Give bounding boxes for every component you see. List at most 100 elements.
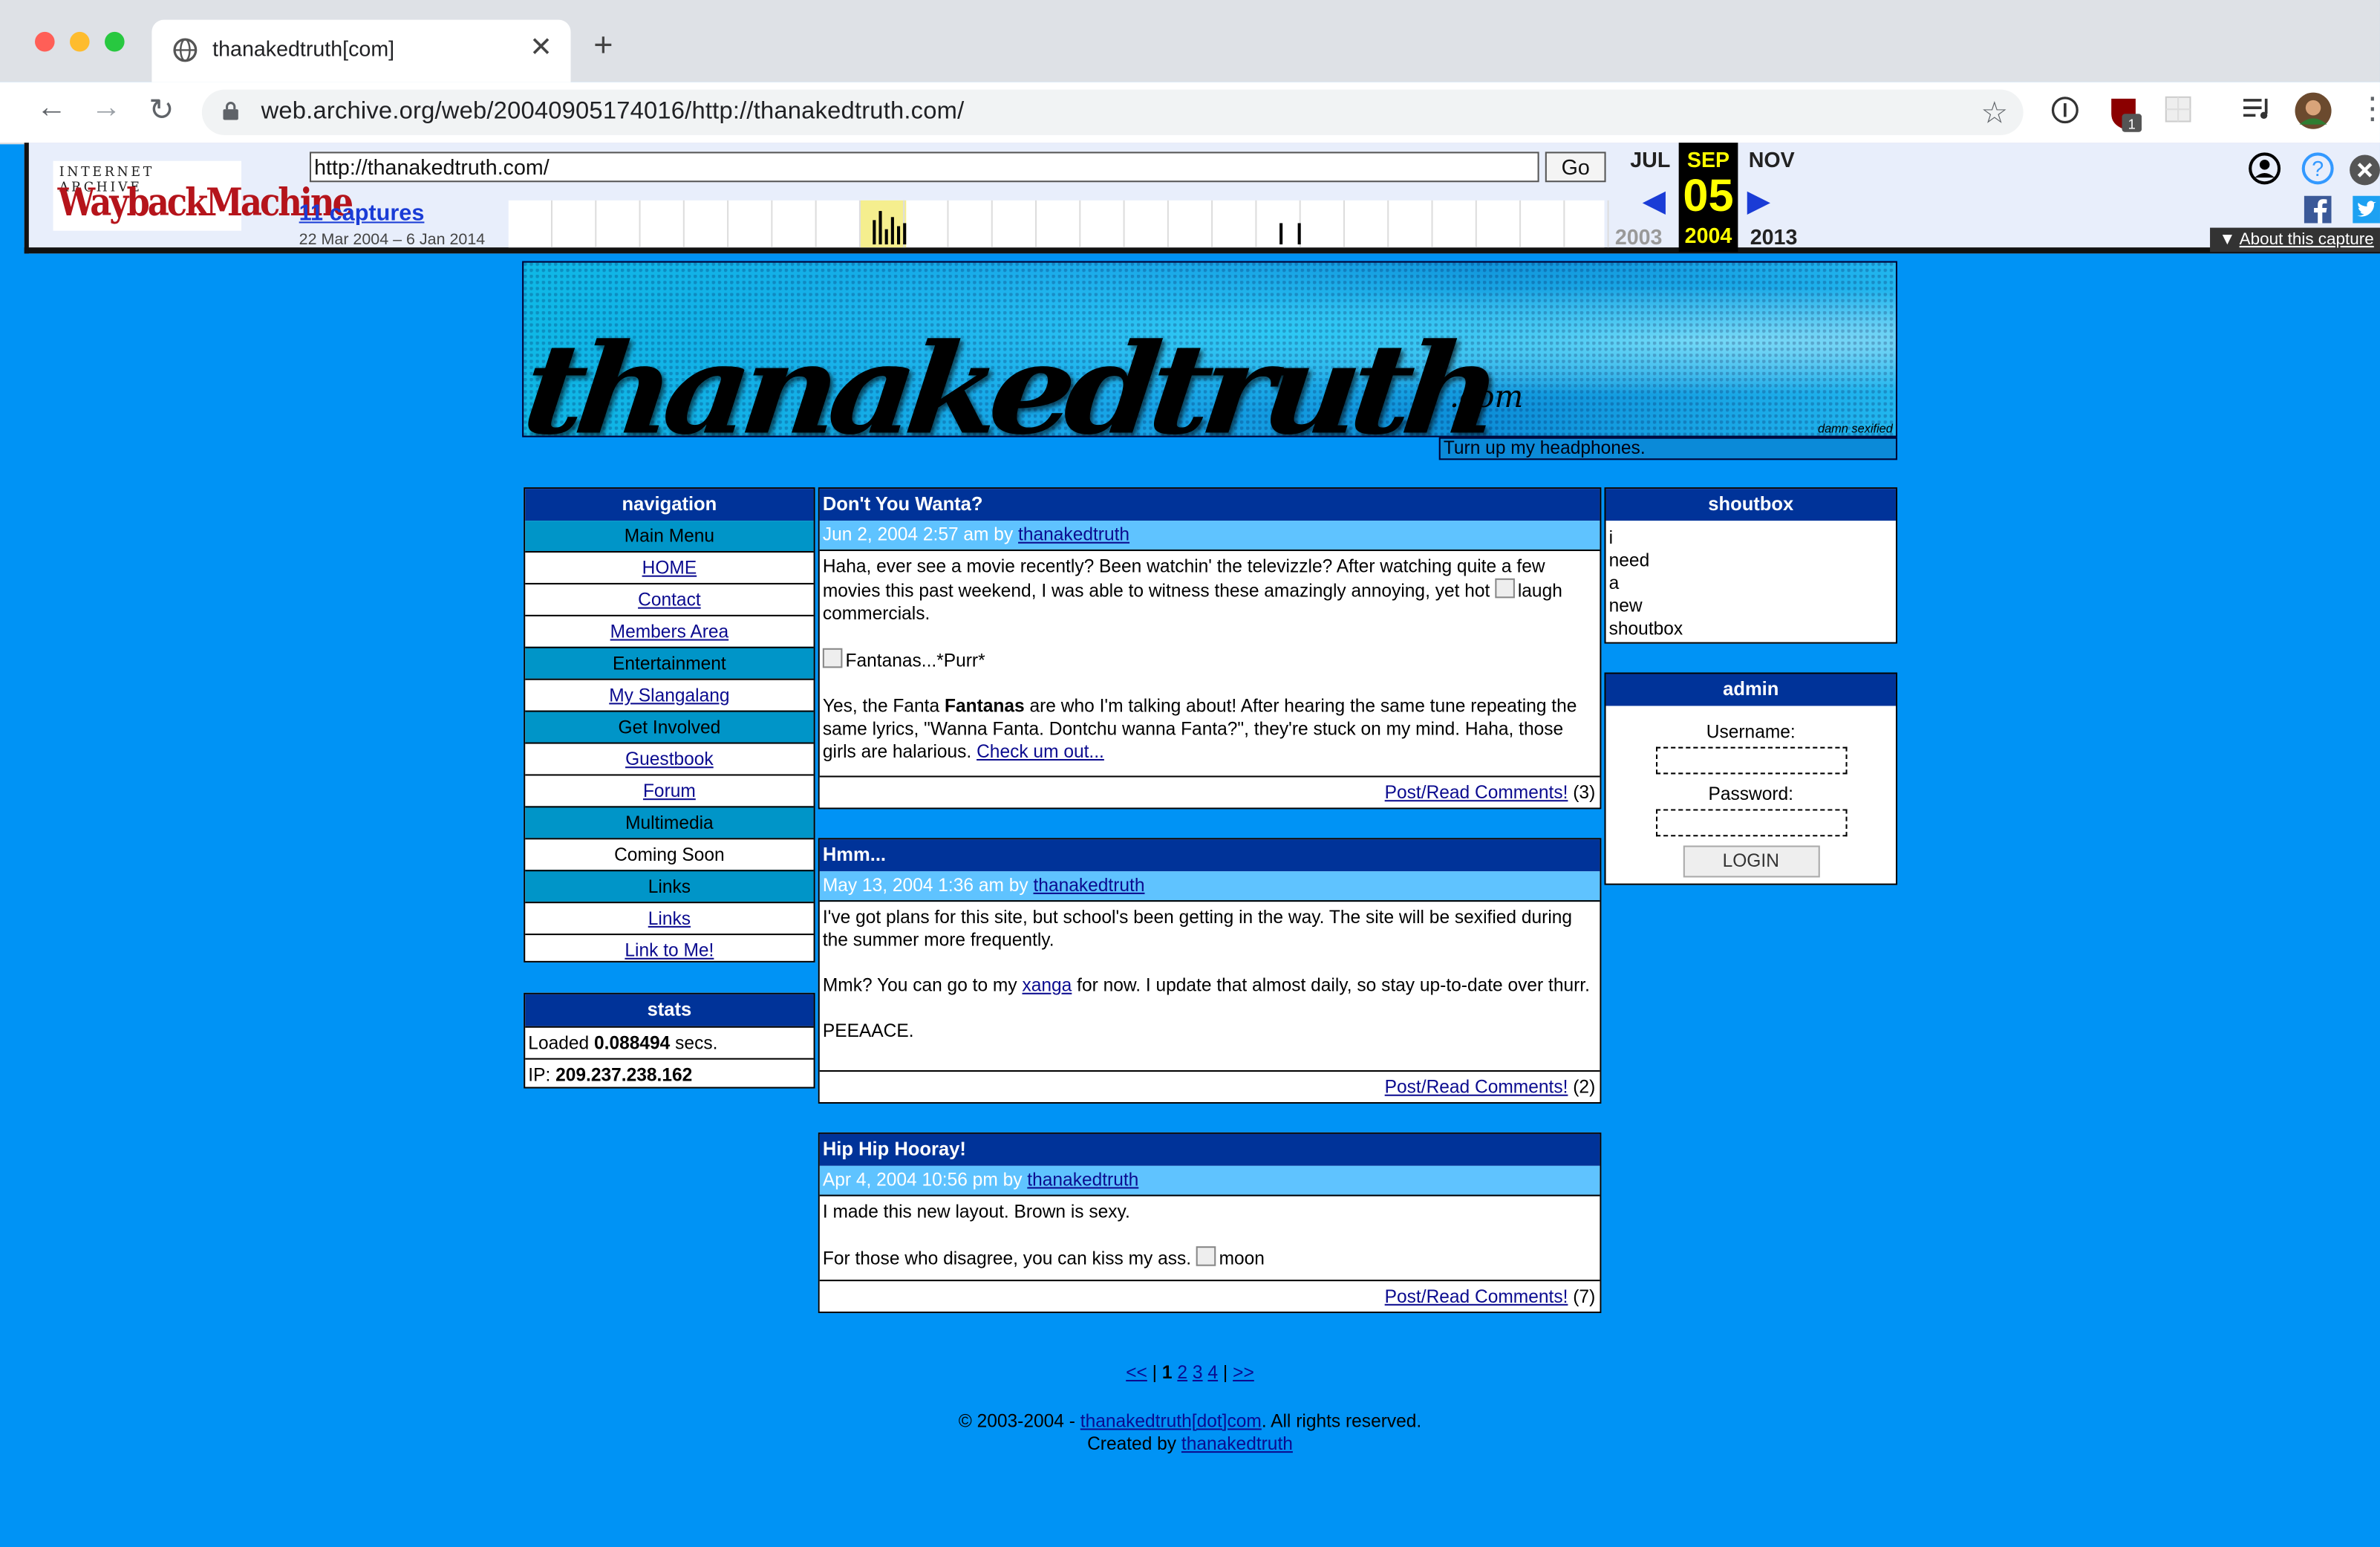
sparkline-year-cell[interactable]: [993, 200, 1037, 248]
comment-count: (2): [1573, 1076, 1596, 1098]
wayback-go-button[interactable]: Go: [1545, 152, 1606, 183]
sparkline-year-cell[interactable]: [1080, 200, 1125, 248]
nav-link-links[interactable]: Links: [648, 908, 691, 929]
sparkline-year-cell[interactable]: [772, 200, 817, 248]
sparkline-year-cell[interactable]: [1345, 200, 1389, 248]
sparkline-year-cell[interactable]: [904, 200, 949, 248]
pager-next-link[interactable]: >>: [1233, 1361, 1254, 1383]
prev-year-label[interactable]: 2003: [1615, 225, 1663, 250]
minimize-window-button[interactable]: [70, 31, 90, 52]
pager-prev-link[interactable]: <<: [1126, 1361, 1147, 1383]
bookmark-star-icon[interactable]: ☆: [1981, 94, 2009, 132]
nav-link-contact[interactable]: Contact: [638, 589, 701, 610]
post-text: Yes, the Fanta: [822, 695, 940, 717]
new-tab-button[interactable]: +: [593, 26, 613, 65]
pager-page-link[interactable]: 2: [1177, 1361, 1187, 1383]
back-button[interactable]: ←: [36, 91, 67, 126]
nav-link-forum[interactable]: Forum: [643, 781, 696, 802]
media-queue-icon[interactable]: [2242, 96, 2272, 123]
xanga-link[interactable]: xanga: [1022, 974, 1072, 996]
address-bar[interactable]: web.archive.org/web/20040905174016/http:…: [201, 89, 2024, 135]
close-tab-icon[interactable]: ✕: [529, 32, 552, 64]
prev-month-label[interactable]: JUL: [1630, 147, 1670, 172]
post-author-link[interactable]: thanakedtruth: [1018, 524, 1129, 545]
check-um-out-link[interactable]: Check um out...: [977, 740, 1104, 762]
twitter-icon[interactable]: [2353, 195, 2380, 224]
nav-item-forum[interactable]: Forum: [525, 774, 814, 806]
nav-link-home[interactable]: HOME: [642, 557, 697, 579]
maximize-window-button[interactable]: [105, 31, 125, 52]
post-author-link[interactable]: thanakedtruth: [1027, 1169, 1138, 1191]
sparkline-year-cell[interactable]: [817, 200, 861, 248]
comments-link[interactable]: Post/Read Comments!: [1385, 1076, 1568, 1098]
post-author-link[interactable]: thanakedtruth: [1033, 874, 1144, 896]
prev-capture-arrow-icon[interactable]: ◀: [1643, 182, 1666, 220]
sparkline-year-cell[interactable]: [1125, 200, 1169, 248]
sparkline-year-cell[interactable]: [1301, 200, 1345, 248]
reload-button[interactable]: ↻: [149, 91, 174, 129]
sparkline-year-cell[interactable]: [728, 200, 773, 248]
sparkline-year-cell[interactable]: [1256, 200, 1301, 248]
facebook-icon[interactable]: [2304, 195, 2332, 224]
sparkline-year-cell[interactable]: [1521, 200, 1565, 248]
browser-menu-icon[interactable]: ⋮: [2357, 90, 2380, 128]
next-month-label[interactable]: NOV: [1749, 147, 1795, 172]
login-button[interactable]: LOGIN: [1682, 845, 1819, 878]
sparkline-year-cell[interactable]: [1213, 200, 1257, 248]
sparkline-year-cell[interactable]: [685, 200, 729, 248]
sparkline-year-cell[interactable]: [1037, 200, 1081, 248]
site-banner: thanakedtruth .com damn sexified: [522, 261, 1897, 437]
pager-separator: |: [1222, 1361, 1228, 1384]
sparkline-year-cell[interactable]: [949, 200, 993, 248]
sparkline-year-cell[interactable]: [641, 200, 685, 248]
about-capture-button[interactable]: ▼ About this capture: [2210, 227, 2380, 253]
nav-item-contact[interactable]: Contact: [525, 582, 814, 615]
site-home-link[interactable]: thanakedtruth[dot]com: [1080, 1410, 1262, 1432]
next-capture-arrow-icon[interactable]: ▶: [1747, 182, 1770, 220]
nav-item-guestbook[interactable]: Guestbook: [525, 742, 814, 775]
sparkline-year-cell[interactable]: [1565, 200, 1609, 248]
sparkline-year-cell[interactable]: [596, 200, 641, 248]
captures-link[interactable]: 11 captures: [299, 201, 425, 227]
nav-item-link-to-me[interactable]: Link to Me!: [525, 934, 814, 965]
news-post: Don't You Wanta? Jun 2, 2004 2:57 am by …: [818, 487, 1602, 810]
nav-item-home[interactable]: HOME: [525, 550, 814, 583]
ublock-extension-icon[interactable]: 1: [2108, 96, 2142, 132]
comments-link[interactable]: Post/Read Comments!: [1385, 782, 1568, 804]
password-input[interactable]: [1654, 809, 1847, 837]
nav-item-slangalang[interactable]: My Slangalang: [525, 678, 814, 711]
nav-link-link-to-me[interactable]: Link to Me!: [625, 939, 714, 961]
sparkline-year-cell[interactable]: [1169, 200, 1213, 248]
nav-link-slangalang[interactable]: My Slangalang: [609, 685, 729, 706]
account-icon[interactable]: [2248, 152, 2281, 185]
forward-button[interactable]: →: [91, 91, 122, 126]
pager-page-link[interactable]: 3: [1193, 1361, 1203, 1383]
grid-extension-icon[interactable]: [2165, 96, 2192, 123]
nav-item-members-area[interactable]: Members Area: [525, 614, 814, 647]
close-window-button[interactable]: [35, 31, 55, 52]
nav-link-guestbook[interactable]: Guestbook: [625, 749, 714, 770]
wayback-logo[interactable]: INTERNET ARCHIVE WaybackMachine: [53, 160, 353, 231]
pager-page-link[interactable]: 4: [1207, 1361, 1218, 1383]
help-icon[interactable]: ?: [2301, 152, 2335, 185]
sparkline-year-cell[interactable]: [552, 200, 597, 248]
browser-tab[interactable]: thanakedtruth[com] ✕: [151, 19, 571, 82]
username-input[interactable]: [1654, 746, 1847, 775]
sparkline-year-cell[interactable]: [509, 200, 553, 248]
sparkline-year-cell[interactable]: [1389, 200, 1433, 248]
profile-avatar[interactable]: [2293, 91, 2332, 131]
close-toolbar-icon[interactable]: [2348, 153, 2380, 186]
banner-tagline: Turn up my headphones.: [1438, 437, 1897, 460]
comments-link[interactable]: Post/Read Comments!: [1385, 1286, 1568, 1307]
sparkline-year-cell[interactable]: [1477, 200, 1522, 248]
nav-item-links[interactable]: Links: [525, 902, 814, 934]
wayback-url-input[interactable]: http://thanakedtruth.com/: [309, 152, 1539, 183]
post-text: Haha, ever see a movie recently? Been wa…: [822, 556, 1545, 602]
info-extension-icon[interactable]: [2050, 96, 2079, 125]
nav-link-members-area[interactable]: Members Area: [610, 621, 728, 642]
sparkline-year-cell[interactable]: [1433, 200, 1477, 248]
next-year-label[interactable]: 2013: [1750, 225, 1798, 250]
capture-sparkline[interactable]: [508, 200, 1609, 248]
creator-link[interactable]: thanakedtruth: [1181, 1433, 1293, 1455]
post-text: PEEAACE.: [822, 1020, 914, 1042]
